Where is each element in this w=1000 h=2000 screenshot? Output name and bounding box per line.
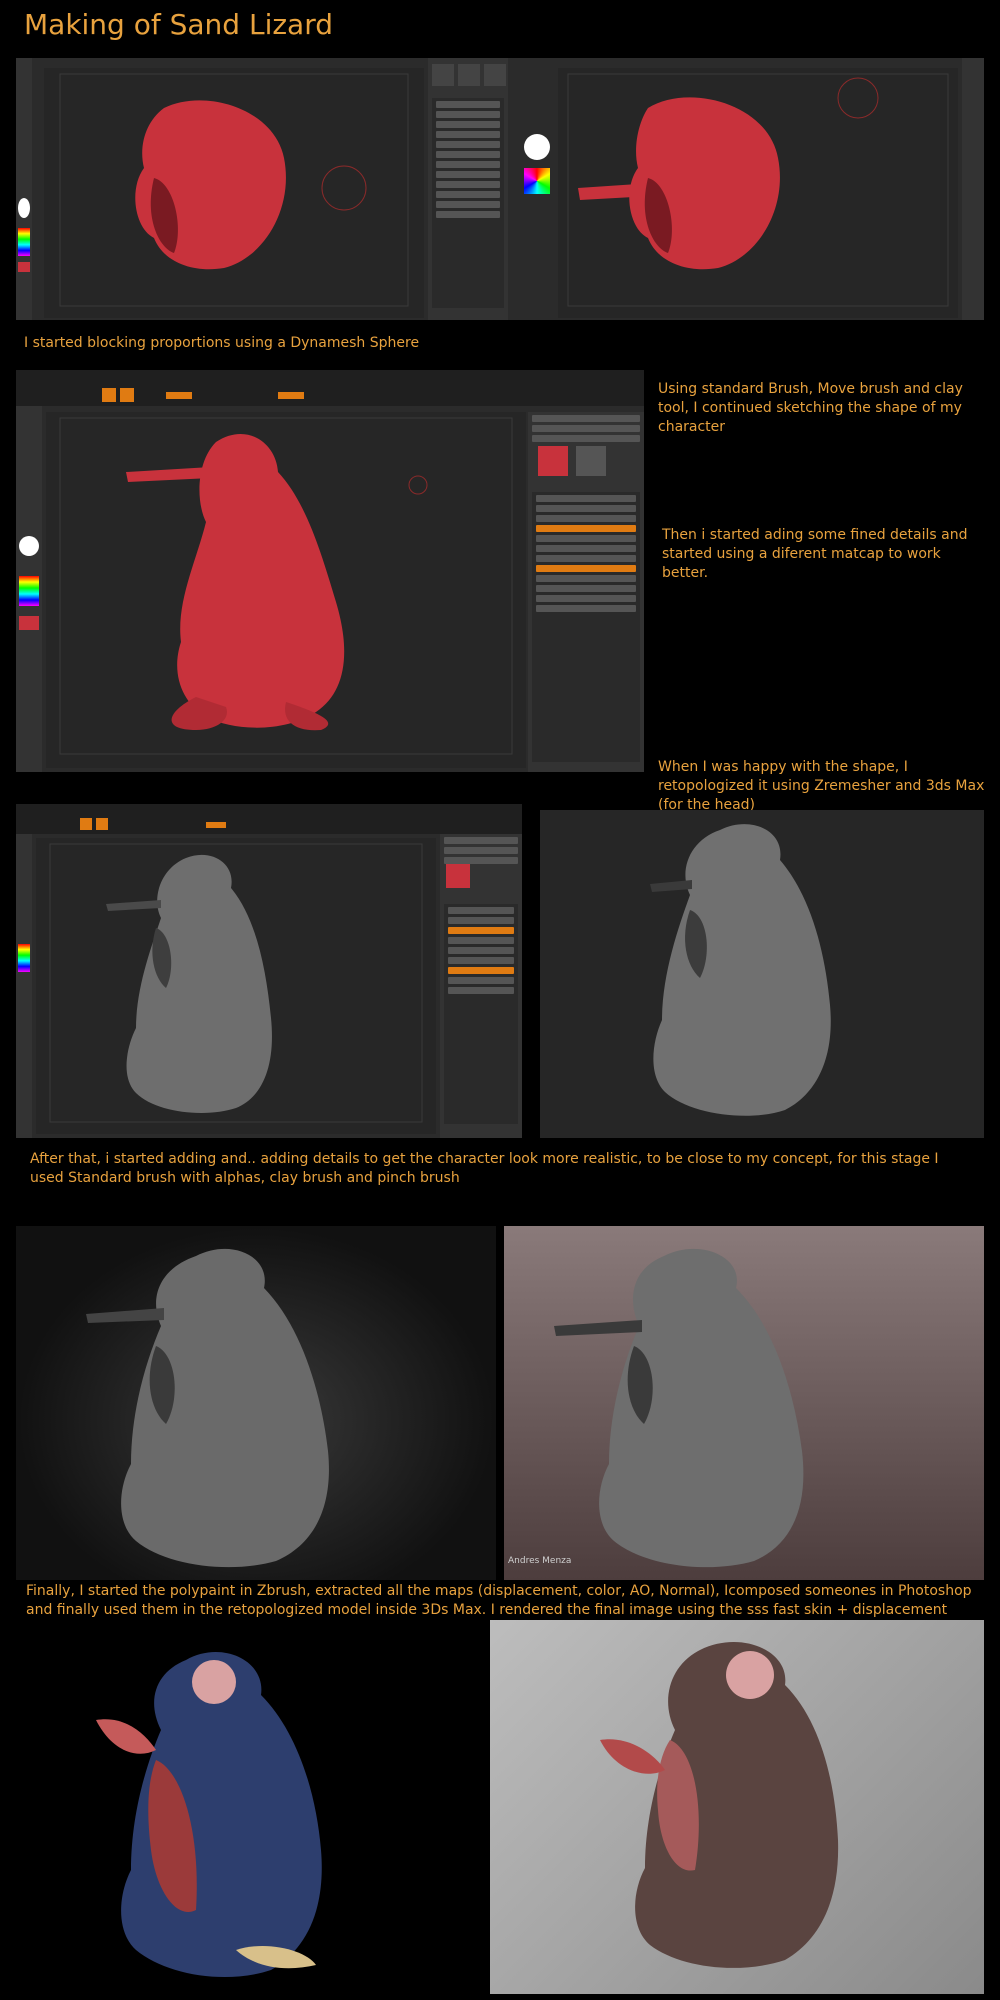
color-picker-icon [524, 168, 550, 194]
caption-4: When I was happy with the shape, I retop… [658, 759, 985, 813]
color-swatch [19, 616, 39, 630]
render-color-2 [490, 1620, 984, 1994]
left-shelf [16, 406, 42, 772]
tool-thumbnail[interactable] [538, 446, 568, 476]
top-toolbar [16, 804, 522, 834]
right-panel [962, 58, 984, 320]
tool-thumbnail[interactable] [446, 864, 470, 888]
artist-signature: Andres Menza [508, 1556, 572, 1566]
render-grey-1 [540, 810, 984, 1138]
render-image [96, 1652, 322, 1978]
left-shelf [16, 58, 32, 320]
draw-button[interactable] [102, 388, 116, 402]
screenshot-sculpt-red [16, 370, 644, 772]
color-swatch [18, 262, 30, 272]
render-image [554, 1248, 804, 1568]
sculpt-preview [59, 417, 513, 755]
material-sphere-icon [19, 536, 39, 556]
viewport [558, 68, 958, 318]
color-picker-icon [19, 576, 39, 606]
render-grey-2 [16, 1226, 496, 1580]
edit-button[interactable] [96, 818, 108, 830]
tool-panel [528, 412, 644, 772]
subtool-list [444, 904, 518, 1124]
viewport [44, 68, 424, 318]
screenshot-sculpt-grey [16, 804, 522, 1138]
edit-button[interactable] [120, 388, 134, 402]
color-picker-icon [18, 944, 30, 972]
render-color-1 [16, 1620, 486, 1994]
render-grey-3: Andres Menza [504, 1226, 984, 1580]
sculpt-preview [49, 843, 423, 1123]
page-title: Making of Sand Lizard [24, 8, 333, 41]
tool-thumbnail[interactable] [576, 446, 606, 476]
material-sphere-icon [524, 134, 550, 160]
tool-shelf [428, 58, 508, 320]
material-sphere-icon [18, 198, 30, 218]
render-image [600, 1642, 839, 1968]
z-intensity-slider[interactable] [278, 392, 304, 399]
sculpt-preview [59, 73, 409, 307]
viewport [36, 838, 436, 1134]
caption-2: Using standard Brush, Move brush and cla… [658, 381, 963, 435]
top-toolbar [16, 370, 644, 406]
sculpt-preview [567, 73, 949, 307]
caption-1: I started blocking proportions using a D… [24, 335, 420, 351]
caption-3: Then i started ading some fined details … [662, 527, 968, 581]
render-image [650, 824, 831, 1116]
rgb-slider[interactable] [166, 392, 192, 399]
tool-panel [440, 834, 522, 1138]
caption-5: After that, i started adding and.. addin… [30, 1151, 939, 1186]
screenshot-dynamesh-2 [428, 58, 984, 320]
render-image [86, 1248, 329, 1568]
left-shelf [16, 834, 32, 1138]
draw-button[interactable] [80, 818, 92, 830]
color-picker-icon [18, 228, 30, 256]
screenshot-dynamesh-1 [16, 58, 428, 320]
z-intensity-slider[interactable] [206, 822, 226, 828]
viewport [46, 412, 526, 768]
subtool-list [532, 492, 640, 762]
